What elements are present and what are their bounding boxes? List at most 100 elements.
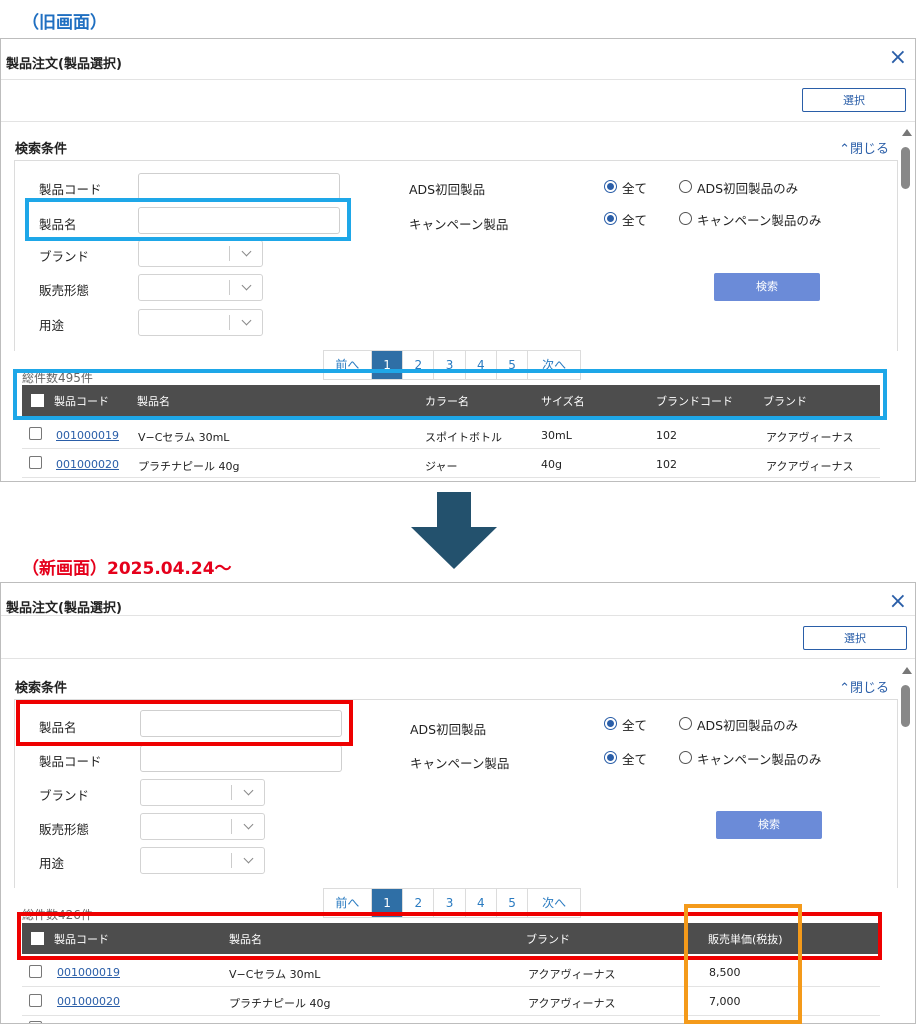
brand-code-cell: 102 <box>656 458 677 471</box>
product-code-link[interactable]: 001000019 <box>57 966 120 979</box>
campaign-label: キャンペーン製品 <box>410 756 510 771</box>
divider <box>1 658 915 659</box>
highlight-product-name-old <box>25 198 351 241</box>
campaign-all-radio[interactable] <box>604 751 617 764</box>
scrollbar[interactable] <box>900 129 912 199</box>
ads-all-label: 全て <box>622 718 648 733</box>
product-name-cell: V−Cセラム 30mL <box>229 968 321 981</box>
brand-label: ブランド <box>39 788 90 803</box>
new-screen-label: （新画面）2025.04.24～ <box>22 559 232 579</box>
chevron-down-icon <box>243 785 254 796</box>
select-button[interactable]: 選択 <box>803 626 907 650</box>
ads-only-label: ADS初回製品のみ <box>697 181 799 196</box>
campaign-only-label: キャンペーン製品のみ <box>697 213 822 228</box>
row-checkbox[interactable] <box>29 427 42 440</box>
color-name-cell: スポイトボトル <box>425 431 502 444</box>
close-icon[interactable]: × <box>889 47 907 69</box>
ads-only-radio[interactable] <box>679 717 692 730</box>
campaign-only-radio[interactable] <box>679 212 692 225</box>
usage-select[interactable] <box>140 847 265 874</box>
chevron-down-icon <box>241 315 252 326</box>
ads-first-label: ADS初回製品 <box>410 722 487 737</box>
chevron-down-icon <box>243 853 254 864</box>
scroll-thumb[interactable] <box>901 147 910 189</box>
row-divider <box>22 477 880 478</box>
search-conditions-title: 検索条件 <box>15 142 68 157</box>
size-name-cell: 30mL <box>541 429 572 442</box>
divider <box>1 121 915 122</box>
ads-first-label: ADS初回製品 <box>409 182 486 197</box>
brand-cell: アクアヴィーナス <box>528 968 616 981</box>
select-button[interactable]: 選択 <box>802 88 906 112</box>
color-name-cell: ジャー <box>425 460 458 473</box>
close-icon[interactable]: × <box>889 591 907 613</box>
brand-cell: アクアヴィーナス <box>766 460 854 473</box>
divider <box>1 79 915 80</box>
collapse-link[interactable]: ⌃閉じる <box>839 138 889 157</box>
product-name-cell: プラチナピール 40g <box>138 460 240 473</box>
brand-select[interactable] <box>138 240 263 267</box>
chevron-down-icon <box>241 280 252 291</box>
brand-code-cell: 102 <box>656 429 677 442</box>
divider <box>1 615 915 616</box>
search-button[interactable]: 検索 <box>714 273 820 301</box>
sales-form-label: 販売形態 <box>39 822 90 837</box>
scrollbar[interactable] <box>900 667 912 737</box>
collapse-link[interactable]: ⌃閉じる <box>839 677 889 696</box>
size-name-cell: 40g <box>541 458 562 471</box>
row-checkbox[interactable] <box>29 994 42 1007</box>
sales-form-select[interactable] <box>140 813 265 840</box>
ads-all-radio[interactable] <box>604 180 617 193</box>
arrow-down-icon <box>437 492 471 528</box>
campaign-only-radio[interactable] <box>679 751 692 764</box>
campaign-all-label: 全て <box>622 752 648 767</box>
chevron-down-icon <box>241 246 252 257</box>
product-name-cell: V−Cセラム 30mL <box>138 431 230 444</box>
campaign-all-radio[interactable] <box>604 212 617 225</box>
scroll-thumb[interactable] <box>901 685 910 727</box>
product-code-link[interactable]: 001000020 <box>57 995 120 1008</box>
brand-cell: アクアヴィーナス <box>528 997 616 1010</box>
dialog-title: 製品注文(製品選択) <box>6 601 122 616</box>
collapse-label: 閉じる <box>849 142 889 157</box>
old-screen-label: （旧画面） <box>22 13 107 33</box>
campaign-all-label: 全て <box>622 213 648 228</box>
brand-cell: アクアヴィーナス <box>766 431 854 444</box>
product-code-input[interactable] <box>140 745 342 772</box>
collapse-label: 閉じる <box>849 681 889 696</box>
campaign-only-label: キャンペーン製品のみ <box>697 752 822 767</box>
chevron-down-icon <box>243 819 254 830</box>
ads-only-label: ADS初回製品のみ <box>697 718 799 733</box>
campaign-label: キャンペーン製品 <box>409 217 509 232</box>
chevron-up-icon: ⌃ <box>839 142 850 157</box>
product-code-link[interactable]: 001000019 <box>56 429 119 442</box>
product-code-link[interactable]: 001000020 <box>56 458 119 471</box>
product-code-label: 製品コード <box>39 754 102 769</box>
chevron-up-icon: ⌃ <box>839 681 850 696</box>
row-checkbox[interactable] <box>29 456 42 469</box>
ads-all-radio[interactable] <box>604 717 617 730</box>
usage-label: 用途 <box>39 318 65 333</box>
ads-all-label: 全て <box>622 181 648 196</box>
row-checkbox[interactable] <box>29 965 42 978</box>
usage-label: 用途 <box>39 856 65 871</box>
highlight-table-header-old <box>13 369 887 420</box>
ads-only-radio[interactable] <box>679 180 692 193</box>
sales-form-label: 販売形態 <box>39 283 90 298</box>
row-divider <box>22 448 880 449</box>
product-code-label: 製品コード <box>39 182 102 197</box>
search-button[interactable]: 検索 <box>716 811 822 839</box>
dialog-title: 製品注文(製品選択) <box>6 57 122 72</box>
usage-select[interactable] <box>138 309 263 336</box>
brand-select[interactable] <box>140 779 265 806</box>
scroll-up-icon[interactable] <box>902 667 912 674</box>
product-name-cell: プラチナピール 40g <box>229 997 331 1010</box>
search-conditions-title: 検索条件 <box>15 681 68 696</box>
arrow-head-icon <box>411 527 497 569</box>
sales-form-select[interactable] <box>138 274 263 301</box>
highlight-product-name-new <box>16 700 353 746</box>
scroll-up-icon[interactable] <box>902 129 912 136</box>
product-code-input[interactable] <box>138 173 340 200</box>
highlight-unit-price-column <box>684 904 802 1024</box>
brand-label: ブランド <box>39 249 90 264</box>
